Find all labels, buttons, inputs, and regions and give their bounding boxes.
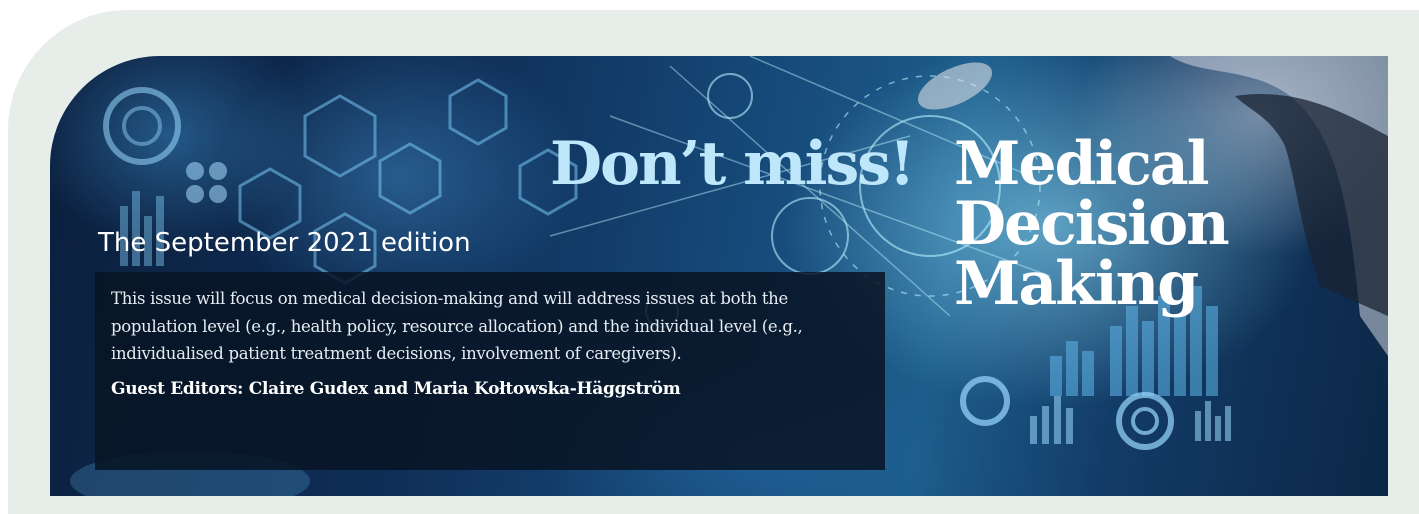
journal-title-line-3: Making xyxy=(954,249,1199,319)
guest-editors: Guest Editors: Claire Gudex and Maria Ko… xyxy=(111,378,681,399)
edition-heading: The September 2021 edition xyxy=(98,228,471,258)
journal-title: Medical Decision Making xyxy=(954,129,1230,319)
journal-title-line-1: Medical xyxy=(954,129,1210,199)
issue-description: This issue will focus on medical decisio… xyxy=(111,289,803,363)
banner-frame: Don’t miss! Medical Decision Making The … xyxy=(8,10,1419,514)
issue-banner[interactable]: Don’t miss! Medical Decision Making The … xyxy=(50,56,1388,496)
description-box: This issue will focus on medical decisio… xyxy=(95,272,885,470)
journal-title-line-2: Decision xyxy=(954,189,1230,259)
dont-miss-heading: Don’t miss! xyxy=(550,129,915,199)
